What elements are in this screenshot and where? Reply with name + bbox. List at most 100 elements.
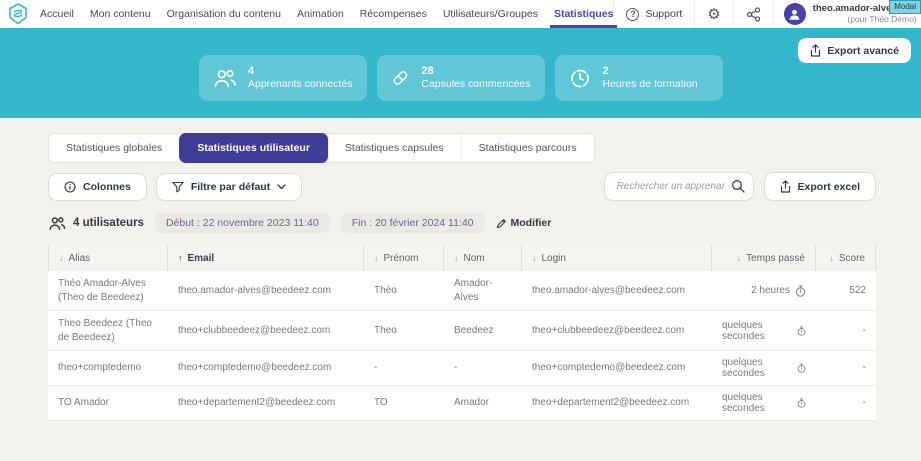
stat-card-capsules: 28 Capsules commencées [377,55,545,101]
columns-button[interactable]: Colonnes [48,173,147,201]
column-header-nom[interactable]: ↓ Nom [444,245,522,271]
cell-email: theo.amador-alves@beedeez.com [168,278,364,304]
column-label: Email [188,253,215,264]
statistics-page: Accueil Mon contenu Organisation du cont… [0,0,921,461]
column-label: Nom [464,253,485,264]
table-row[interactable]: Théo Amador-Alves (Theo de Beedeez) theo… [48,271,876,310]
stat-text: 28 Capsules commencées [421,65,530,92]
cell-login: theo+departement2@beedeez.com [522,390,712,416]
cell-login: theo+comptedemo@beedeez.com [522,355,712,381]
tab-statistiques-capsules[interactable]: Statistiques capsules [328,134,462,162]
cell-prenom: Theo [364,318,444,344]
user-context: (pour Théo Démo) [813,15,921,25]
beedeez-logo-icon[interactable] [8,0,28,28]
cell-email: theo+clubbeedeez@beedeez.com [168,318,364,344]
info-circle-icon [64,181,76,193]
gear-icon: ⚙ [707,7,720,22]
sort-down-icon: ↓ [829,253,834,263]
column-header-email[interactable]: ↑ Email [168,245,364,271]
cell-score: - [816,390,876,416]
cell-nom: Amador-Alves [444,271,522,310]
temps-value: 2 heures [751,285,790,296]
sort-up-icon: ↑ [178,253,183,263]
nav-item-mon-contenu[interactable]: Mon contenu [90,0,151,28]
top-navigation-bar: Accueil Mon contenu Organisation du cont… [0,0,921,28]
table-row[interactable]: TO Amador theo+departement2@beedeez.com … [48,385,876,420]
column-header-prenom[interactable]: ↓Prénom [364,245,444,271]
search-icon[interactable] [731,179,745,193]
column-header-temps-passe[interactable]: ↓Temps passé [712,245,816,271]
cell-temps-passe: quelques secondes [712,314,816,348]
main-content: Statistiques globales Statistiques utili… [0,118,921,421]
user-count: 4 utilisateurs [48,216,144,231]
nav-item-recompenses[interactable]: Récompenses [360,0,427,28]
user-count-label: 4 utilisateurs [73,217,144,229]
tab-statistiques-globales[interactable]: Statistiques globales [49,134,180,162]
cell-prenom: Théo [364,278,444,304]
cell-alias: Theo Beedeez (Theo de Beedeez) [48,311,168,350]
stopwatch-icon [797,397,806,409]
stopwatch-icon [797,325,806,337]
cell-score: - [816,355,876,381]
sort-down-icon: ↓ [737,253,742,263]
chevron-down-icon [277,184,286,190]
export-avance-button[interactable]: Export avancé [798,38,911,63]
export-avance-label: Export avancé [827,45,899,57]
stat-card-heures: 2 Heures de formation [555,55,723,101]
org-chart-button[interactable] [733,0,773,28]
tab-statistiques-parcours[interactable]: Statistiques parcours [462,134,594,162]
cell-nom: - [444,355,522,381]
search-box [604,172,754,201]
modal-debug-badge: Modal [889,0,921,14]
support-button[interactable]: ? Support [613,0,694,28]
filter-label: Filtre par défaut [191,181,270,193]
temps-value: quelques secondes [722,320,792,342]
avatar [784,3,806,25]
users-table: ↓Alias ↑Email ↓Prénom ↓Nom ↓Login ↓Temps… [48,245,876,421]
users-icon [48,216,66,231]
tab-statistiques-utilisateur[interactable]: Statistiques utilisateur [179,133,329,163]
column-header-login[interactable]: ↓Login [522,245,712,271]
stat-card-apprenants: 4 Apprenants connectés [199,55,367,101]
topbar-right-section: ? Support ⚙ theo. [613,0,921,28]
settings-button[interactable]: ⚙ [694,0,732,28]
modify-label: Modifier [511,217,552,229]
column-header-alias[interactable]: ↓Alias [48,245,168,271]
stat-value: 2 [603,65,698,79]
stat-value: 4 [248,65,353,79]
user-table-body: Théo Amador-Alves (Theo de Beedeez) theo… [48,271,876,420]
stat-label: Heures de formation [603,78,698,91]
cell-email: theo+comptedemo@beedeez.com [168,355,364,381]
org-nodes-icon [746,7,761,22]
stat-text: 2 Heures de formation [603,65,698,92]
date-start-badge: Début : 22 novembre 2023 11:40 [155,213,330,233]
funnel-icon [172,181,184,193]
nav-item-accueil[interactable]: Accueil [40,0,74,28]
cell-alias: TO Amador [48,390,168,416]
kpi-banner: 4 Apprenants connectés 28 Capsules comme… [0,28,921,118]
sort-down-icon: ↓ [454,253,459,263]
cell-prenom: TO [364,390,444,416]
nav-item-animation[interactable]: Animation [297,0,344,28]
table-toolbar: Colonnes Filtre par défaut [48,172,876,201]
modify-dates-link[interactable]: Modifier [496,217,552,229]
table-row[interactable]: Theo Beedeez (Theo de Beedeez) theo+club… [48,310,876,350]
column-label: Alias [69,253,91,264]
nav-item-utilisateurs-groupes[interactable]: Utilisateurs/Groupes [443,0,538,28]
export-excel-button[interactable]: Export excel [764,172,876,201]
stat-text: 4 Apprenants connectés [248,65,353,92]
cell-alias: Théo Amador-Alves (Theo de Beedeez) [48,271,168,310]
table-row[interactable]: theo+comptedemo theo+comptedemo@beedeez.… [48,350,876,385]
capsule-icon [391,67,410,89]
cell-nom: Amador [444,390,522,416]
filter-button[interactable]: Filtre par défaut [156,173,302,201]
cell-alias: theo+comptedemo [48,355,168,381]
column-header-score[interactable]: ↓Score [816,245,876,271]
export-icon [780,180,791,193]
table-header-row: ↓Alias ↑Email ↓Prénom ↓Nom ↓Login ↓Temps… [48,245,876,271]
temps-value: quelques secondes [722,357,792,379]
cell-score: - [816,318,876,344]
nav-item-statistiques[interactable]: Statistiques [554,0,614,28]
nav-item-organisation-du-contenu[interactable]: Organisation du contenu [167,0,281,28]
sort-down-icon: ↓ [532,253,537,263]
